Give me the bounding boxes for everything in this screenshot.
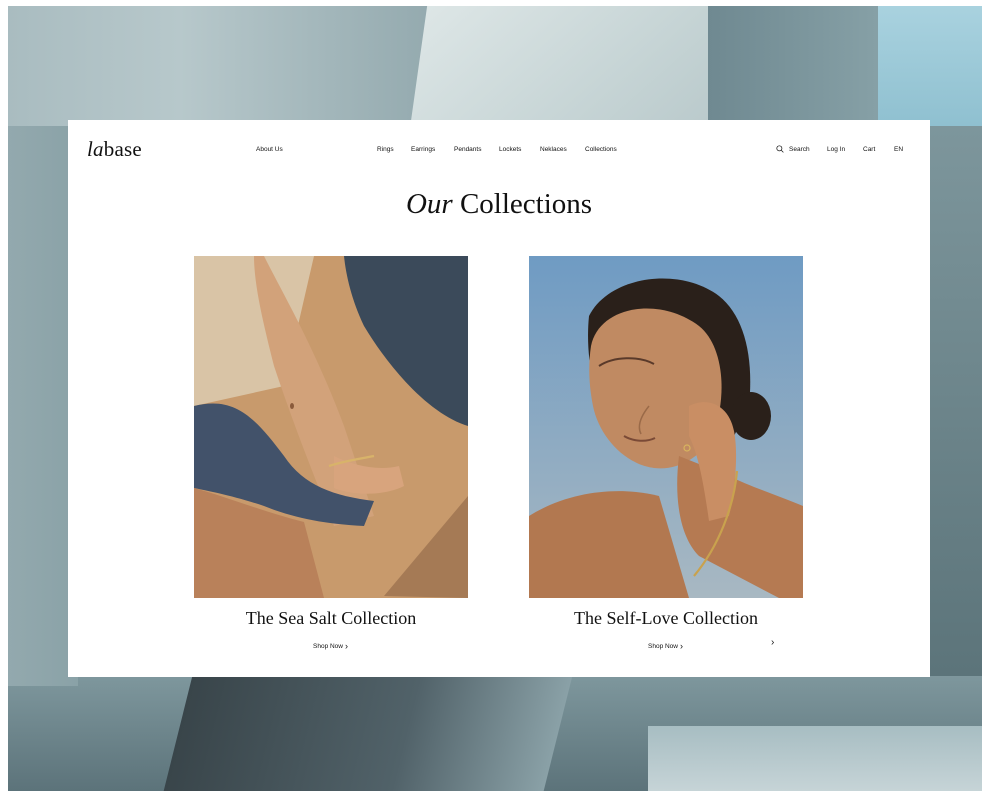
nav-login[interactable]: Log In (827, 146, 845, 153)
sea-salt-shop-now-link[interactable]: Shop Now › (313, 640, 348, 651)
sea-salt-title: The Sea Salt Collection (245, 608, 417, 628)
website-page: labase About Us Rings Earrings Pendants … (68, 120, 930, 677)
nav-collections[interactable]: Collections (585, 146, 617, 153)
self-love-collection-image[interactable] (529, 256, 803, 598)
page-title: Our Collections (68, 188, 930, 221)
carousel-next-chevron-icon[interactable]: › (771, 637, 774, 648)
search-icon[interactable] (776, 145, 784, 153)
logo-rest: base (103, 137, 142, 161)
title-rest: Collections (459, 188, 593, 220)
shop-now-label: Shop Now (648, 643, 678, 650)
chevron-right-icon: › (345, 641, 348, 651)
title-italic: Our (405, 188, 453, 220)
nav-lockets[interactable]: Lockets (499, 146, 521, 153)
logo-italic: la (87, 137, 104, 161)
brand-logo[interactable]: labase (87, 137, 142, 162)
self-love-title: The Self-Love Collection (574, 608, 758, 628)
self-love-shop-now-link[interactable]: Shop Now › (648, 640, 683, 651)
nav-about[interactable]: About Us (256, 146, 283, 153)
nav-cart[interactable]: Cart (863, 146, 875, 153)
shop-now-label: Shop Now (313, 643, 343, 650)
chevron-right-icon: › (680, 641, 683, 651)
nav-lang[interactable]: EN (894, 146, 903, 153)
nav-search[interactable]: Search (789, 146, 810, 153)
nav-neklaces[interactable]: Neklaces (540, 146, 567, 153)
nav-pendants[interactable]: Pendants (454, 146, 481, 153)
nav-earrings[interactable]: Earrings (411, 146, 435, 153)
sea-salt-collection-image[interactable] (194, 256, 468, 598)
nav-rings[interactable]: Rings (377, 146, 394, 153)
